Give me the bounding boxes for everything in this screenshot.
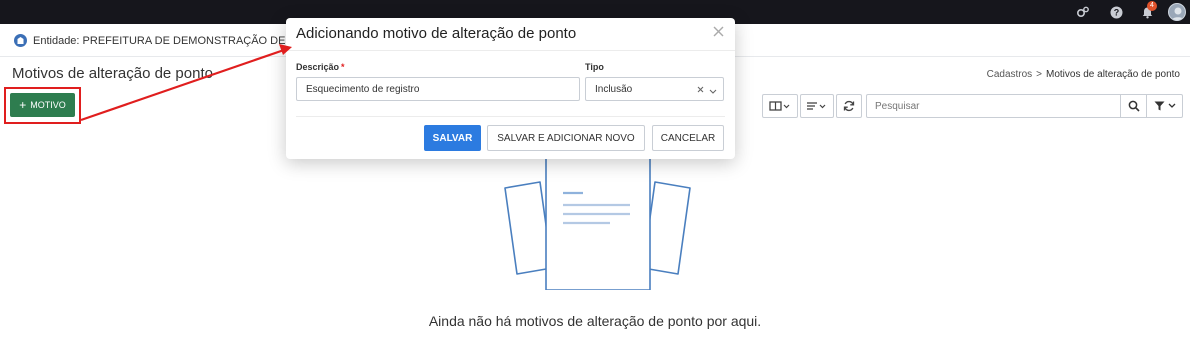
- add-motivo-dialog: Adicionando motivo de alteração de ponto…: [286, 18, 735, 159]
- help-icon[interactable]: ?: [1108, 4, 1124, 20]
- breadcrumb-parent[interactable]: Cadastros: [987, 69, 1033, 80]
- page-title: Motivos de alteração de ponto: [12, 65, 213, 82]
- filter-icon: [1154, 101, 1164, 111]
- notification-badge: 4: [1147, 1, 1157, 11]
- columns-icon: [769, 101, 790, 111]
- save-button[interactable]: SALVAR: [424, 125, 481, 151]
- columns-button[interactable]: [763, 95, 797, 117]
- search-button[interactable]: [1120, 94, 1147, 118]
- dialog-header: Adicionando motivo de alteração de ponto: [286, 18, 735, 51]
- type-label: Tipo: [585, 62, 604, 72]
- required-mark: *: [341, 62, 345, 72]
- description-label-text: Descrição: [296, 62, 340, 72]
- description-label: Descrição *: [296, 62, 345, 72]
- gears-icon[interactable]: [1075, 4, 1091, 20]
- breadcrumb: Cadastros > Motivos de alteração de ponto: [987, 69, 1180, 80]
- chevron-down-icon[interactable]: [709, 87, 717, 98]
- avatar[interactable]: [1168, 3, 1186, 21]
- entity-indicator[interactable]: Entidade: PREFEITURA DE DEMONSTRAÇÃO DE …: [14, 34, 307, 47]
- refresh-icon: [843, 100, 855, 112]
- type-select-value: Inclusão: [595, 84, 633, 95]
- refresh-button[interactable]: [837, 95, 861, 117]
- svg-text:?: ?: [1113, 7, 1119, 17]
- entity-icon: [14, 34, 27, 47]
- type-select[interactable]: Inclusão: [585, 77, 724, 101]
- entity-label: Entidade: PREFEITURA DE DEMONSTRAÇÃO DE …: [33, 34, 307, 47]
- search-input[interactable]: [866, 94, 1121, 118]
- bell-icon[interactable]: 4: [1139, 1, 1157, 20]
- chevron-down-icon: [1168, 103, 1175, 108]
- breadcrumb-separator: >: [1036, 69, 1043, 80]
- clear-icon[interactable]: [697, 83, 704, 96]
- dialog-footer-divider: [296, 116, 725, 117]
- search-icon: [1128, 100, 1140, 112]
- close-icon[interactable]: [711, 26, 725, 40]
- columns-toggle[interactable]: [762, 94, 798, 118]
- filter-button[interactable]: [1146, 94, 1183, 118]
- breadcrumb-current: Motivos de alteração de ponto: [1046, 69, 1180, 80]
- sort-button[interactable]: [801, 95, 833, 117]
- empty-documents-illustration: [504, 150, 691, 290]
- cancel-button[interactable]: CANCELAR: [652, 125, 724, 151]
- empty-state-message: Ainda não há motivos de alteração de pon…: [428, 313, 762, 329]
- sort-toggle[interactable]: [800, 94, 834, 118]
- annotation-highlight-box: [4, 87, 81, 124]
- save-and-add-new-button[interactable]: SALVAR E ADICIONAR NOVO: [487, 125, 645, 151]
- dialog-title: Adicionando motivo de alteração de ponto: [296, 25, 577, 42]
- description-field[interactable]: [296, 77, 580, 101]
- refresh-toggle[interactable]: [836, 94, 862, 118]
- list-sort-icon: [807, 102, 826, 110]
